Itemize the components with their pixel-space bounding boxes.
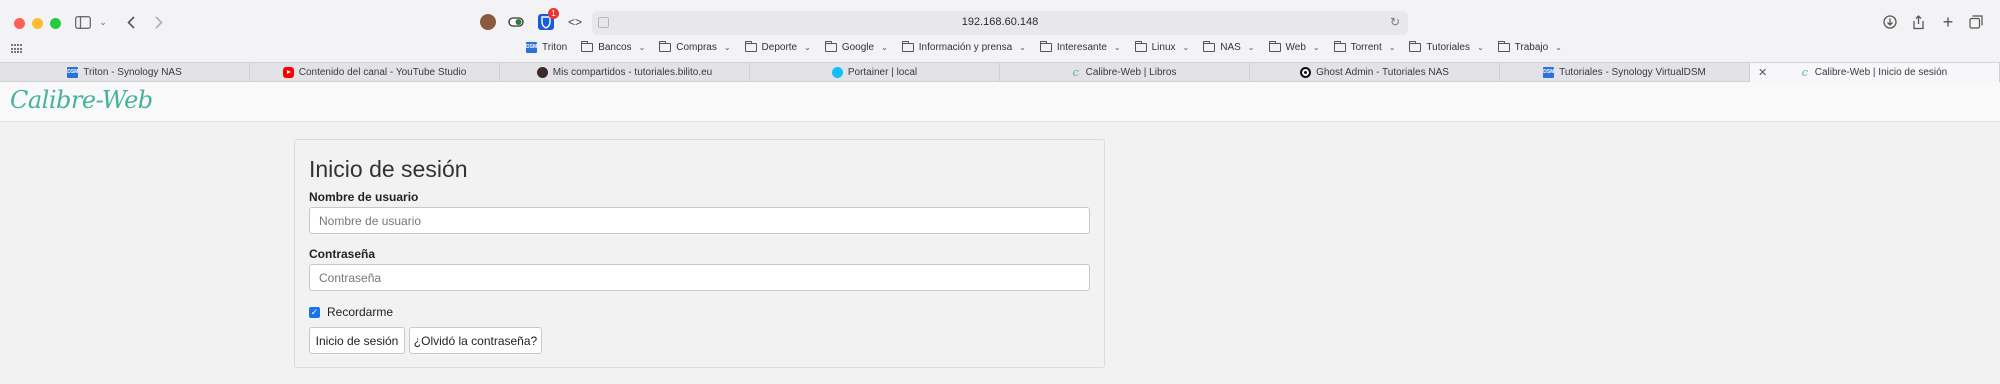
folder-icon bbox=[1409, 41, 1422, 52]
extension-badge: 1 bbox=[548, 8, 559, 19]
bookmark-folder-interesante[interactable]: Interesante ⌄ bbox=[1039, 41, 1121, 53]
folder-icon bbox=[901, 41, 914, 52]
dsm-icon: DSM bbox=[67, 67, 78, 78]
folder-icon bbox=[1039, 41, 1052, 52]
calibre-web-logo[interactable]: Calibre-Web bbox=[10, 86, 153, 114]
bookmark-folder-torrent[interactable]: Torrent ⌄ bbox=[1333, 41, 1396, 53]
folder-icon bbox=[744, 41, 757, 52]
address-bar[interactable]: 192.168.60.148 ↻ bbox=[592, 11, 1408, 35]
address-url: 192.168.60.148 bbox=[961, 16, 1039, 28]
chevron-down-icon: ⌄ bbox=[1247, 43, 1255, 52]
chevron-down-icon: ⌄ bbox=[1555, 43, 1562, 52]
app-header: Calibre-Web bbox=[0, 82, 2000, 122]
portainer-icon bbox=[831, 67, 843, 78]
bookmark-folder-web[interactable]: Web ⌄ bbox=[1268, 41, 1320, 53]
reload-icon[interactable]: ↻ bbox=[1390, 15, 1400, 29]
password-label: Contraseña bbox=[309, 247, 376, 261]
bookmark-folder-trabajo[interactable]: Trabajo ⌄ bbox=[1497, 41, 1562, 53]
folder-icon bbox=[581, 41, 594, 52]
bookmarks-list: DSM Triton Bancos ⌄ Compras ⌄ Deporte ⌄ Goog… bbox=[526, 41, 1562, 53]
window-maximize-button[interactable] bbox=[50, 18, 61, 29]
tab-bar: DSM Triton - Synology NAS Contenido del c… bbox=[0, 62, 2000, 82]
tab-triton[interactable]: DSM Triton - Synology NAS bbox=[0, 63, 250, 82]
chevron-down-icon: ⌄ bbox=[1388, 43, 1396, 52]
window-minimize-button[interactable] bbox=[32, 18, 43, 29]
bookmark-folder-tutoriales[interactable]: Tutoriales ⌄ bbox=[1409, 41, 1484, 53]
new-tab-icon[interactable]: + bbox=[1940, 12, 1956, 32]
youtube-icon bbox=[282, 67, 294, 78]
username-label: Nombre de usuario bbox=[309, 190, 419, 204]
bookmark-folder-deporte[interactable]: Deporte ⌄ bbox=[744, 41, 811, 53]
tab-overview-icon[interactable] bbox=[1968, 12, 1984, 32]
page-title: Inicio de sesión bbox=[309, 156, 468, 182]
chevron-down-icon: ⌄ bbox=[1312, 43, 1320, 52]
bookmarks-bar: DSM Triton Bancos ⌄ Compras ⌄ Deporte ⌄ Goog… bbox=[0, 40, 2000, 60]
tab-youtube-studio[interactable]: Contenido del canal - YouTube Studio bbox=[250, 63, 500, 82]
folder-icon bbox=[1497, 41, 1510, 52]
code-icon[interactable]: <> bbox=[566, 12, 584, 32]
close-tab-icon[interactable]: ✕ bbox=[1758, 66, 1767, 79]
forgot-password-button[interactable]: ¿Olvidó la contraseña? bbox=[409, 327, 542, 354]
ghost-icon bbox=[1300, 67, 1312, 78]
download-icon[interactable] bbox=[1882, 12, 1898, 32]
folder-icon bbox=[1333, 41, 1346, 52]
site-icon bbox=[536, 67, 548, 78]
tab-calibre-login[interactable]: ✕ c Calibre-Web | Inicio de sesión bbox=[1750, 63, 2000, 82]
chevron-down-icon: ⌄ bbox=[638, 43, 646, 52]
dsm-icon: DSM bbox=[526, 42, 537, 53]
share-icon[interactable] bbox=[1910, 12, 1926, 32]
tab-mis-compartidos[interactable]: Mis compartidos - tutoriales.bilito.eu bbox=[500, 63, 750, 82]
remember-checkbox[interactable]: ✓ bbox=[309, 306, 320, 318]
folder-icon bbox=[824, 41, 837, 52]
tab-ghost-admin[interactable]: Ghost Admin - Tutoriales NAS bbox=[1250, 63, 1500, 82]
chevron-down-icon: ⌄ bbox=[881, 43, 888, 52]
username-input[interactable] bbox=[309, 207, 1090, 234]
chevron-down-icon: ⌄ bbox=[1476, 43, 1484, 52]
tab-virtualdsm[interactable]: DSM Tutoriales - Synology VirtualDSM bbox=[1500, 63, 1750, 82]
tab-calibre-libros[interactable]: c Calibre-Web | Libros bbox=[1000, 63, 1250, 82]
back-arrow-icon[interactable] bbox=[124, 12, 138, 32]
login-button[interactable]: Inicio de sesión bbox=[309, 327, 405, 354]
tab-portainer[interactable]: Portainer | local bbox=[750, 63, 1000, 82]
login-panel: Inicio de sesión Nombre de usuario Contr… bbox=[294, 139, 1105, 368]
chevron-down-icon: ⌄ bbox=[1113, 43, 1121, 52]
bookmark-folder-google[interactable]: Google ⌄ bbox=[824, 41, 888, 53]
window-close-button[interactable] bbox=[14, 18, 25, 29]
apps-grid-icon[interactable] bbox=[11, 44, 23, 54]
password-input[interactable] bbox=[309, 264, 1090, 291]
bookmark-folder-compras[interactable]: Compras ⌄ bbox=[659, 41, 731, 53]
forward-arrow-icon[interactable] bbox=[152, 12, 166, 32]
chevron-down-icon: ⌄ bbox=[1019, 43, 1026, 52]
browser-toolbar: ⌄ 1 <> 192.168.60.148 ↻ + bbox=[0, 0, 2000, 44]
folder-icon bbox=[1203, 41, 1216, 52]
remember-row: ✓ Recordarme bbox=[309, 305, 393, 319]
remember-label[interactable]: Recordarme bbox=[327, 305, 393, 319]
calibre-icon: c bbox=[1801, 66, 1808, 79]
bookmark-folder-linux[interactable]: Linux ⌄ bbox=[1134, 41, 1190, 53]
chevron-down-icon: ⌄ bbox=[1182, 43, 1190, 52]
bookmark-triton[interactable]: DSM Triton bbox=[526, 42, 567, 53]
folder-icon bbox=[659, 41, 672, 52]
bookmark-folder-bancos[interactable]: Bancos ⌄ bbox=[581, 41, 646, 53]
chevron-down-icon: ⌄ bbox=[804, 43, 811, 52]
sidebar-toggle-icon[interactable] bbox=[74, 12, 92, 32]
folder-icon bbox=[1134, 41, 1147, 52]
chevron-down-icon[interactable]: ⌄ bbox=[97, 12, 109, 32]
calibre-icon: c bbox=[1072, 66, 1079, 79]
cookie-extension-icon[interactable] bbox=[480, 14, 496, 30]
bookmark-folder-informacion[interactable]: Información y prensa ⌄ bbox=[901, 41, 1026, 53]
chevron-down-icon: ⌄ bbox=[723, 43, 731, 52]
toggle-extension-icon[interactable] bbox=[508, 14, 524, 30]
bookmark-folder-nas[interactable]: NAS ⌄ bbox=[1203, 41, 1255, 53]
folder-icon bbox=[1268, 41, 1281, 52]
dsm-icon: DSM bbox=[1543, 67, 1554, 78]
